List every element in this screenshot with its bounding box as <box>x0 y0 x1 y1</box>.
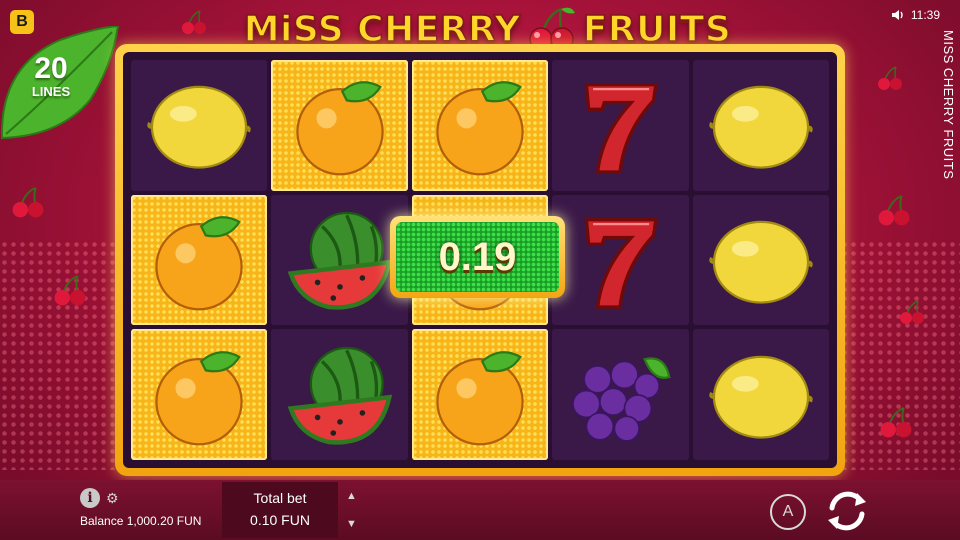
reel-cell-seven <box>552 194 689 326</box>
balance: Balance 1,000.20 FUN <box>80 514 202 528</box>
side-title: MISS CHERRY FRUITS <box>941 30 956 180</box>
reel-4 <box>552 60 689 460</box>
reel-cell-orange <box>131 194 268 326</box>
reel-cell-watermelon <box>271 329 408 460</box>
cherry-decoration-icon <box>880 406 912 438</box>
orange-icon <box>295 81 384 176</box>
spin-icon[interactable] <box>820 484 874 538</box>
lemon-icon <box>147 86 251 170</box>
cherry-decoration-icon <box>182 10 206 34</box>
lemon-icon <box>709 355 813 439</box>
total-bet-panel: Total bet 0.10 FUN <box>222 482 338 538</box>
reel-2 <box>271 60 408 460</box>
reel-cell-orange <box>411 329 549 460</box>
lines-count: 20 <box>34 52 68 85</box>
status-bar: 11:39 <box>891 8 940 22</box>
seven-icon <box>584 83 659 175</box>
cherry-decoration-icon <box>878 194 910 226</box>
clock: 11:39 <box>910 8 940 22</box>
orange-icon <box>436 81 524 176</box>
watermelon-icon <box>287 346 392 445</box>
orange-icon <box>155 216 243 311</box>
reel-cell-orange <box>131 329 268 460</box>
lines-label: LINES <box>31 84 71 99</box>
seven-icon <box>584 217 659 309</box>
reel-cell-orange <box>411 60 549 191</box>
reel-cell-orange <box>271 60 408 191</box>
cherry-decoration-icon <box>54 274 86 306</box>
reel-cell-lemon <box>692 60 829 191</box>
gear-icon[interactable]: ⚙ <box>106 490 119 507</box>
watermelon-icon <box>287 211 392 310</box>
orange-icon <box>436 350 524 446</box>
reel-5 <box>692 60 829 460</box>
info-settings-group: i ⚙ <box>80 488 119 508</box>
reel-cell-lemon <box>692 329 829 460</box>
cherry-decoration-icon <box>12 186 44 218</box>
total-bet-label: Total bet <box>253 490 307 506</box>
lines-indicator: 20 LINES <box>18 52 84 100</box>
info-icon[interactable]: i <box>80 488 100 508</box>
speaker-icon[interactable] <box>891 9 905 21</box>
cherry-decoration-icon <box>878 66 902 90</box>
lemon-icon <box>709 220 813 304</box>
lemon-icon <box>709 86 813 170</box>
reel-cell-lemon <box>131 60 268 191</box>
reel-1 <box>131 60 268 460</box>
total-bet-value: 0.10 FUN <box>250 512 310 528</box>
bet-decrease-icon[interactable]: ▼ <box>346 518 357 530</box>
win-amount-panel: 0.19 <box>390 216 565 298</box>
autoplay-button[interactable]: A <box>770 494 806 530</box>
win-amount: 0.19 <box>396 222 559 292</box>
bet-increase-icon[interactable]: ▲ <box>346 490 357 502</box>
grapes-icon <box>572 356 671 442</box>
cherry-decoration-icon <box>900 300 924 324</box>
reel-cell-grapes <box>552 329 689 460</box>
reel-cell-lemon <box>692 194 829 326</box>
bottom-bar <box>0 480 960 540</box>
orange-icon <box>155 350 243 446</box>
reel-cell-watermelon <box>271 194 408 326</box>
reel-cell-seven <box>552 60 689 191</box>
